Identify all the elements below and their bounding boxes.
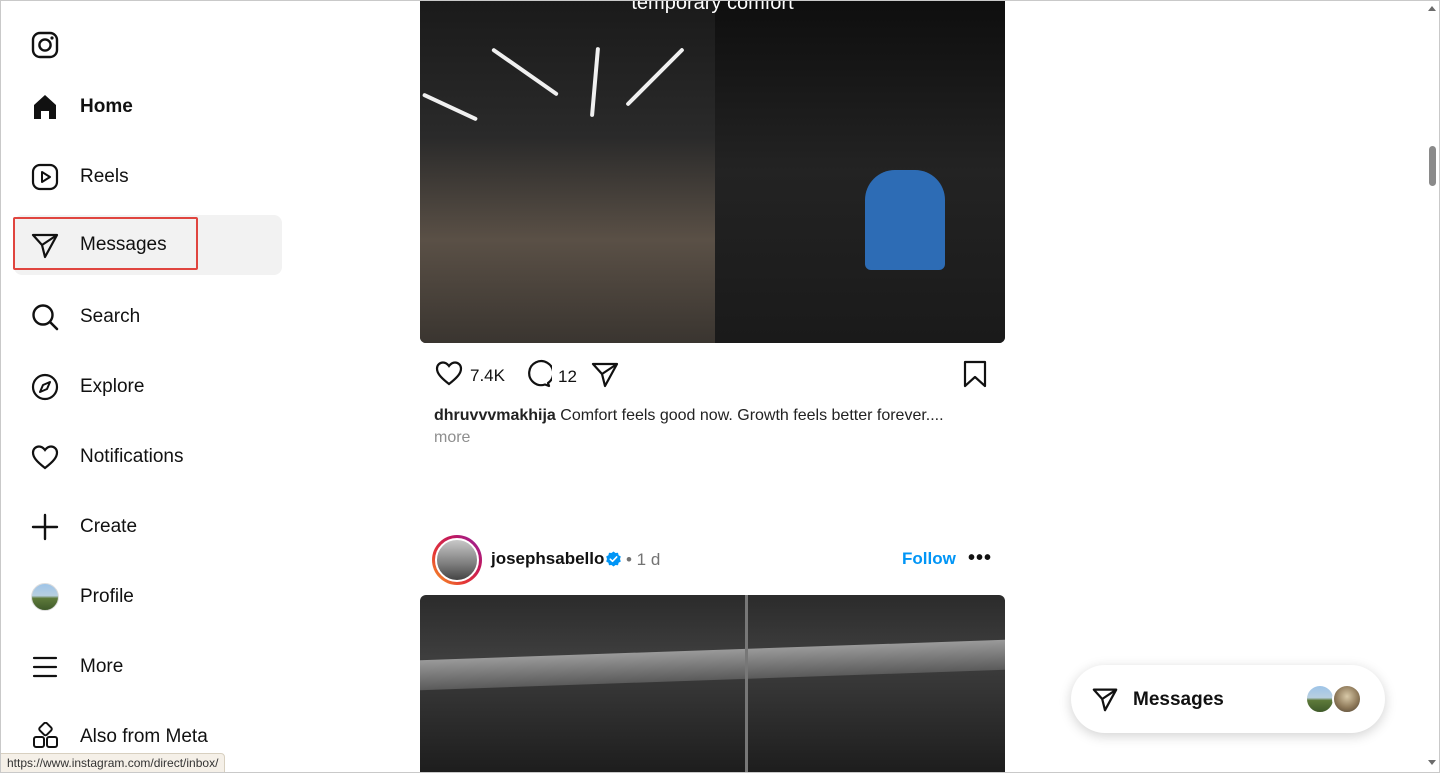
sidebar-item-label: Reels bbox=[80, 166, 129, 187]
sidebar-item-label: Home bbox=[80, 96, 133, 117]
caption-username[interactable]: dhruvvvmakhija bbox=[434, 407, 556, 424]
follow-button[interactable]: Follow bbox=[902, 549, 956, 569]
avatar bbox=[31, 583, 59, 611]
sidebar-item-label: Messages bbox=[80, 234, 167, 255]
verified-badge-icon bbox=[605, 551, 622, 568]
heart-icon bbox=[30, 442, 60, 472]
post-timestamp: • 1 d bbox=[626, 550, 661, 569]
avatar bbox=[1332, 684, 1362, 714]
post-image-panel-right bbox=[715, 0, 1005, 343]
sidebar-item-reels[interactable]: Reels bbox=[14, 147, 282, 207]
share-icon bbox=[590, 359, 620, 394]
sidebar-item-notifications[interactable]: Notifications bbox=[14, 427, 282, 487]
menu-icon bbox=[30, 652, 60, 682]
sidebar-item-home[interactable]: Home bbox=[14, 77, 282, 137]
person-figure bbox=[865, 170, 945, 270]
post-username[interactable]: josephsabello bbox=[491, 549, 604, 569]
bookmark-icon bbox=[962, 359, 988, 394]
like-action[interactable]: 7.4K bbox=[434, 359, 505, 392]
sidebar-item-label: Search bbox=[80, 306, 141, 327]
status-bar-url: https://www.instagram.com/direct/inbox/ bbox=[0, 753, 226, 773]
ceiling-light bbox=[625, 47, 685, 107]
comment-count: 12 bbox=[558, 366, 577, 386]
scroll-up-icon[interactable] bbox=[1428, 6, 1436, 11]
post-caption: dhruvvvmakhija Comfort feels good now. G… bbox=[434, 405, 994, 427]
post-image[interactable]: temporary comfort bbox=[420, 0, 1005, 343]
sidebar-item-label: Profile bbox=[80, 586, 134, 607]
scrollbar-thumb[interactable] bbox=[1429, 146, 1436, 186]
sidebar-item-label: Explore bbox=[80, 376, 145, 397]
sidebar-item-label: Also from Meta bbox=[80, 726, 208, 747]
like-count: 7.4K bbox=[470, 365, 505, 385]
share-button[interactable] bbox=[590, 359, 620, 394]
ceiling-light bbox=[589, 46, 601, 118]
ceiling-light bbox=[491, 47, 559, 97]
messages-dock[interactable]: Messages bbox=[1071, 665, 1385, 733]
avatar[interactable] bbox=[432, 535, 482, 585]
instagram-logo-icon[interactable] bbox=[30, 30, 60, 60]
home-icon bbox=[30, 92, 60, 122]
comment-icon bbox=[522, 359, 555, 394]
explore-icon bbox=[30, 372, 60, 402]
sidebar: Home Reels Messages Search Explore Notif… bbox=[0, 0, 300, 773]
plus-icon bbox=[30, 512, 60, 542]
reels-icon bbox=[30, 162, 60, 192]
avatar-wrap bbox=[30, 582, 60, 612]
caption-text: Comfort feels good now. Growth feels bet… bbox=[555, 407, 944, 424]
sidebar-item-label: Notifications bbox=[80, 446, 184, 467]
comment-action[interactable]: 12 bbox=[522, 359, 577, 394]
sidebar-item-messages[interactable]: Messages bbox=[14, 215, 282, 275]
scrollbar[interactable] bbox=[1426, 0, 1439, 773]
meta-apps-icon bbox=[30, 722, 60, 752]
image-overlay-text: temporary comfort bbox=[631, 0, 794, 14]
heart-icon bbox=[434, 359, 464, 392]
caption-more-link[interactable]: more bbox=[434, 429, 470, 447]
post-image[interactable] bbox=[420, 595, 1005, 773]
more-options-icon[interactable]: ••• bbox=[968, 547, 992, 570]
ceiling-light bbox=[421, 92, 479, 122]
avatar-image bbox=[435, 538, 479, 582]
post-header: josephsabello • 1 d Follow ••• bbox=[420, 535, 1005, 585]
post-image-panel-left bbox=[420, 0, 715, 343]
sidebar-item-more[interactable]: More bbox=[14, 637, 282, 697]
sidebar-item-explore[interactable]: Explore bbox=[14, 357, 282, 417]
messages-icon bbox=[1091, 685, 1119, 713]
sidebar-item-create[interactable]: Create bbox=[14, 497, 282, 557]
save-button[interactable] bbox=[962, 359, 988, 394]
search-icon bbox=[30, 302, 60, 332]
sidebar-item-profile[interactable]: Profile bbox=[14, 567, 282, 627]
clothing-rail bbox=[420, 639, 1005, 691]
avatar bbox=[1305, 684, 1335, 714]
post-actions: 7.4K 12 bbox=[420, 356, 1005, 392]
sidebar-item-search[interactable]: Search bbox=[14, 287, 282, 347]
scroll-down-icon[interactable] bbox=[1428, 760, 1436, 765]
rail-pole bbox=[745, 595, 748, 773]
sidebar-item-label: Create bbox=[80, 516, 138, 537]
messages-icon bbox=[30, 230, 60, 260]
sidebar-item-label: More bbox=[80, 656, 124, 677]
messages-dock-label: Messages bbox=[1133, 689, 1224, 710]
